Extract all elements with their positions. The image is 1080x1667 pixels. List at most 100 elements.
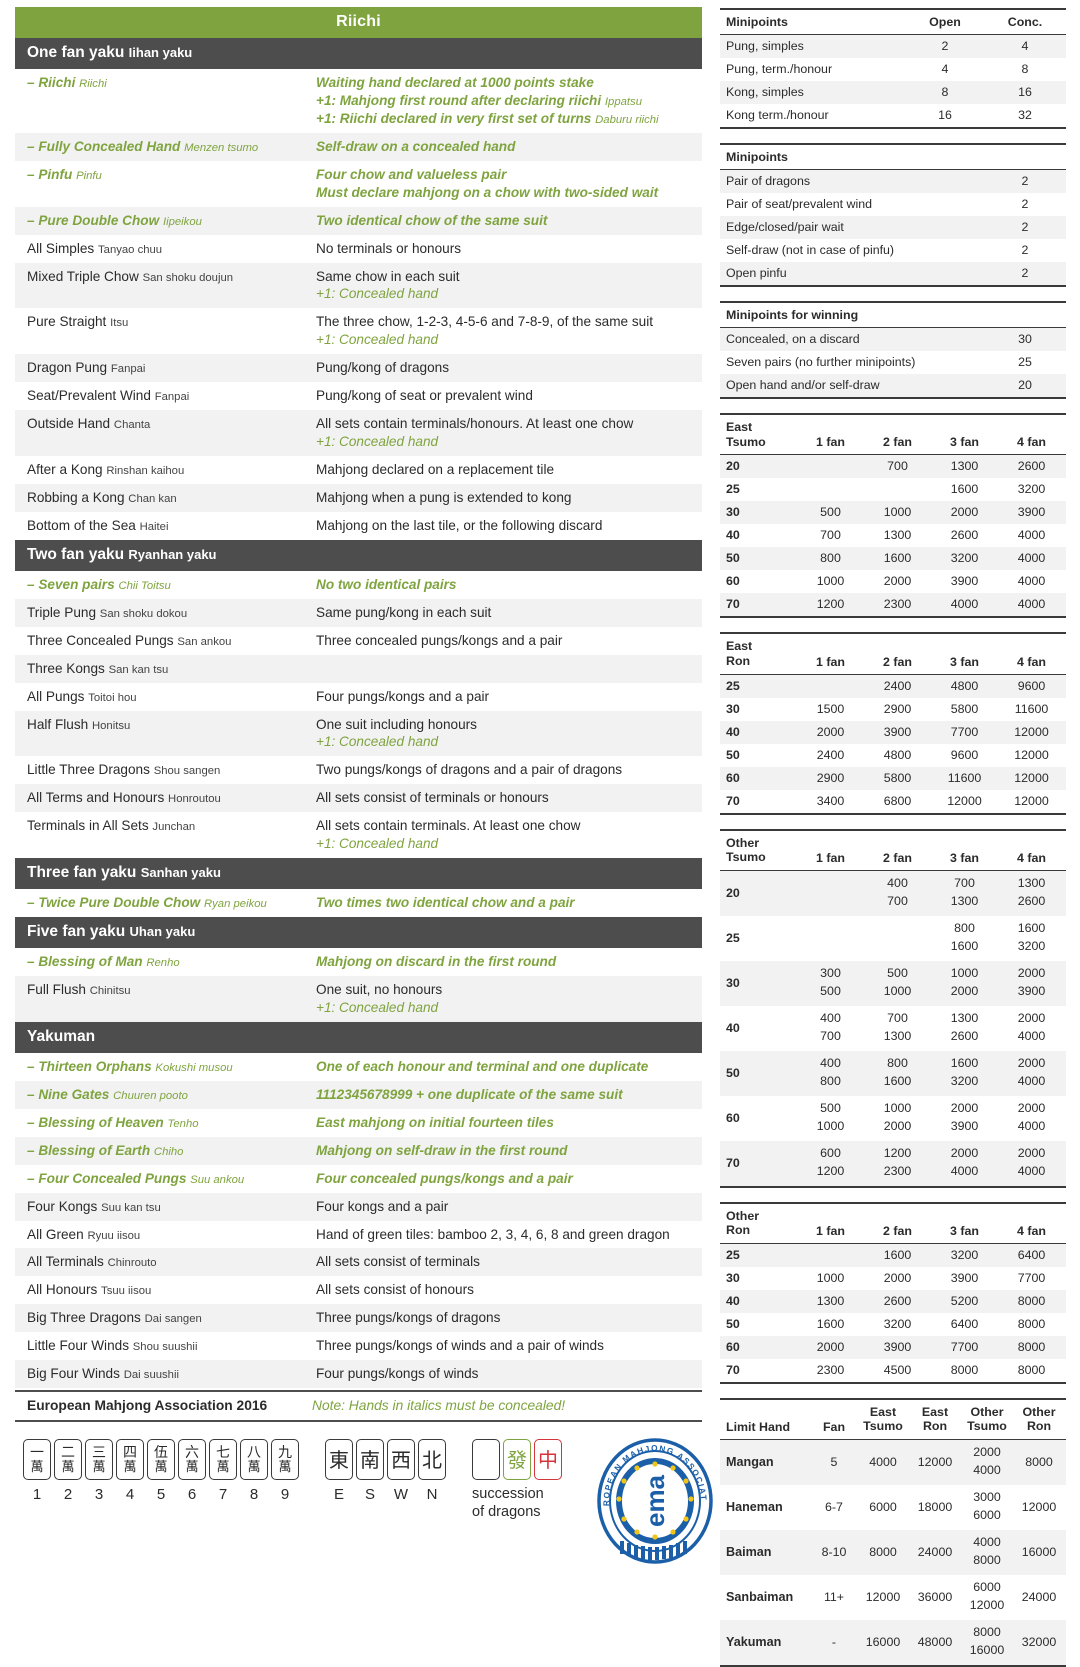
table-row: 30 300 500 500 1000 1000 2000 2000 3900 bbox=[720, 960, 1066, 1006]
yaku-name: – Twice Pure Double Chow Ryan peikou bbox=[27, 895, 267, 911]
yaku-row: – Blessing of Heaven Tenho East mahjong o… bbox=[15, 1109, 702, 1137]
fu-value: 70 bbox=[720, 1358, 798, 1384]
yaku-table-0: – Riichi Riichi Waiting hand declared at … bbox=[15, 69, 702, 540]
yaku-description: East mahjong on initial fourteen tiles bbox=[316, 1114, 554, 1130]
table-row: Open hand and/or self-draw 20 bbox=[720, 374, 1066, 399]
yaku-name: – Blessing of Heaven Tenho bbox=[27, 1114, 199, 1130]
east-tsumo-table: East Tsumo 1 fan 2 fan 3 fan 4 fan 20 700 1300 26… bbox=[720, 413, 1066, 619]
yaku-description bbox=[312, 655, 702, 683]
table-row: Kong term./honour 16 32 bbox=[720, 104, 1066, 129]
section-header-4: Yakuman bbox=[15, 1021, 702, 1053]
scoring-column: Minipoints Open Conc. Pung, simples 2 4 Pung, … bbox=[712, 0, 1080, 1667]
col-3-fan: 3 fan bbox=[932, 828, 999, 871]
other-ron-table: Other Ron 1 fan 2 fan 3 fan 4 fan 25 1600 3200 64… bbox=[720, 1201, 1066, 1384]
reference-sheet: Riichi One fan yaku Iihan yaku – Riichi R… bbox=[0, 0, 1080, 1667]
table-row: Baiman 8-10 8000 24000 4000 8000 16000 bbox=[720, 1529, 1066, 1575]
yaku-row: – Riichi Riichi Waiting hand declared at … bbox=[15, 69, 702, 133]
table-row: 50 1600 3200 6400 8000 bbox=[720, 1313, 1066, 1336]
yaku-description: All sets consist of honours bbox=[316, 1282, 474, 1298]
table-row: Haneman 6-7 6000 18000 3000 6000 12000 bbox=[720, 1485, 1066, 1530]
ema-credit: European Mahjong Association 2016 bbox=[27, 1398, 268, 1414]
col-2-fan: 2 fan bbox=[865, 1201, 932, 1244]
minipoints-sets-table: Minipoints Open Conc. Pung, simples 2 4 Pung, … bbox=[720, 8, 1066, 129]
table-row: 50 800 1600 3200 4000 bbox=[720, 547, 1066, 571]
scoring-tables: Minipoints Open Conc. Pung, simples 2 4 Pung, … bbox=[720, 8, 1066, 1667]
yaku-row: Robbing a Kong Chan kan Mahjong when a pu… bbox=[15, 483, 702, 512]
yaku-row: Big Three Dragons Dai sangen Three pungs/… bbox=[15, 1304, 702, 1333]
yaku-name: Half Flush Honitsu bbox=[27, 716, 131, 732]
fu-value: 25 bbox=[726, 678, 740, 693]
yaku-bonus: +1: Concealed hand bbox=[316, 286, 439, 302]
yaku-column: Riichi One fan yaku Iihan yaku – Riichi R… bbox=[0, 0, 713, 1564]
fu-value: 25 bbox=[726, 930, 740, 945]
yaku-description: One suit, no honours +1: Concealed hand bbox=[312, 976, 702, 1022]
yaku-description: All sets contain terminals. At least one… bbox=[312, 812, 702, 858]
yaku-description: Two identical chow of the same suit bbox=[316, 212, 548, 228]
character-tiles-group: 一萬二萬三萬四萬伍萬六萬七萬八萬九萬 1 2 3 4 5 6 7 8 9 bbox=[23, 1439, 299, 1503]
yaku-description: All sets consist of terminals or honours bbox=[316, 790, 549, 806]
yaku-description: Two pungs/kongs of dragons and a pair of… bbox=[316, 762, 623, 778]
fu-value: 20 bbox=[726, 459, 740, 474]
yaku-name: – Nine Gates Chuuren pooto bbox=[27, 1086, 188, 1102]
yaku-name: – Pinfu Pinfu bbox=[27, 166, 102, 182]
yaku-row: Pure Straight Itsu The three chow, 1-2-3,… bbox=[15, 308, 702, 354]
fu-value: 50 bbox=[726, 1316, 740, 1331]
yaku-description: Mahjong when a pung is extended to kong bbox=[316, 489, 572, 505]
col-1-fan: 1 fan bbox=[798, 413, 865, 456]
table-row: Concealed, on a discard 30 bbox=[720, 327, 1066, 351]
yaku-row: All Green Ryuu iisou Hand of green tiles:… bbox=[15, 1221, 702, 1249]
yaku-name: Mixed Triple Chow San shoku doujun bbox=[27, 268, 234, 284]
character-tile-1: 一萬 bbox=[23, 1439, 51, 1481]
col-East-Tsumo: East Tsumo bbox=[858, 1397, 910, 1441]
yaku-description: All sets consist of terminals bbox=[316, 1254, 480, 1270]
wind-tile-N: 北 bbox=[418, 1439, 446, 1481]
table-row: 50 2400 4800 9600 12000 bbox=[720, 744, 1066, 767]
wind-tile-labels: E SWN bbox=[325, 1486, 446, 1503]
character-tile-label: 4 bbox=[125, 1486, 135, 1504]
table-row: 20 400 700 700 1300 1300 2600 bbox=[720, 870, 1066, 916]
yaku-bonus: +1: Concealed hand bbox=[316, 332, 439, 348]
character-tile-label: 1 bbox=[32, 1486, 42, 1504]
section-header-0: One fan yaku Iihan yaku bbox=[15, 38, 702, 69]
yaku-description: Four concealed pungs/kongs and a pair bbox=[316, 1170, 573, 1186]
wind-tile-S: 南 bbox=[356, 1439, 384, 1481]
yaku-row: – Thirteen Orphans Kokushi musou One of e… bbox=[15, 1053, 702, 1081]
limit-hand-name: Baiman bbox=[726, 1544, 772, 1559]
yaku-description: Pung/kong of dragons bbox=[316, 360, 450, 376]
yaku-name: Seat/Prevalent Wind Fanpai bbox=[27, 388, 190, 404]
yaku-row: Mixed Triple Chow San shoku doujun Same c… bbox=[15, 262, 702, 309]
minipoints-misc-table: Minipoints Pair of dragons 2 Pair of seat/p… bbox=[720, 143, 1066, 287]
yaku-name: – Pure Double Chow Iipeikou bbox=[27, 212, 202, 228]
section-header-2: Three fan yaku Sanhan yaku bbox=[15, 858, 702, 890]
table-row: 20 700 1300 2600 bbox=[720, 454, 1066, 479]
col-2-fan: 2 fan bbox=[865, 413, 932, 456]
yaku-row: Bottom of the Sea Haitei Mahjong on the l… bbox=[15, 512, 702, 540]
table-row: 25 2400 4800 9600 bbox=[720, 674, 1066, 698]
yaku-row: Four Kongs Suu kan tsu Four kongs and a p… bbox=[15, 1192, 702, 1221]
yaku-description: Four kongs and a pair bbox=[316, 1198, 449, 1214]
character-tile-2: 二萬 bbox=[54, 1439, 82, 1481]
yaku-row: All Pungs Toitoi hou Four pungs/kongs and… bbox=[15, 683, 702, 711]
yaku-description: No two identical pairs bbox=[316, 576, 457, 592]
table-row: Pung, term./honour 4 8 bbox=[726, 62, 1029, 76]
yaku-description: Same pung/kong in each suit bbox=[316, 604, 492, 620]
yaku-name: All Terms and Honours Honroutou bbox=[27, 790, 221, 806]
yaku-row: All Terms and Honours Honroutou All sets … bbox=[15, 784, 702, 813]
minipoints-winning-table: Minipoints for winning Concealed, on a di… bbox=[720, 301, 1066, 399]
dragon-tiles: 發中 bbox=[472, 1439, 562, 1481]
table-row: 60 2900 5800 11600 12000 bbox=[720, 766, 1066, 790]
fu-value: 50 bbox=[726, 1065, 740, 1080]
yaku-row: – Seven pairs Chii Toitsu No two identica… bbox=[15, 571, 702, 599]
yaku-row: All Simples Tanyao chuu No terminals or h… bbox=[15, 235, 702, 263]
table-row: 70 600 1200 1200 2300 2000 4000 2000 4000 bbox=[720, 1140, 1066, 1188]
yaku-row: – Pure Double Chow Iipeikou Two identical… bbox=[15, 206, 702, 235]
limit-hand-name: Haneman bbox=[726, 1499, 783, 1514]
yaku-description: Pung/kong of seat or prevalent wind bbox=[316, 388, 533, 404]
other-tsumo-table: Other Tsumo 1 fan 2 fan 3 fan 4 fan 20 400 700 7… bbox=[720, 828, 1066, 1188]
yaku-name: All Honours Tsuu iisou bbox=[27, 1282, 152, 1298]
table-row: 40 1300 2600 5200 8000 bbox=[720, 1289, 1066, 1313]
yaku-row: – Pinfu Pinfu Four chow and valueless pai… bbox=[15, 161, 702, 207]
yaku-name: – Thirteen Orphans Kokushi musou bbox=[27, 1058, 233, 1074]
yaku-bonus: +1: Concealed hand bbox=[316, 434, 439, 450]
yaku-name: Outside Hand Chanta bbox=[27, 416, 151, 432]
